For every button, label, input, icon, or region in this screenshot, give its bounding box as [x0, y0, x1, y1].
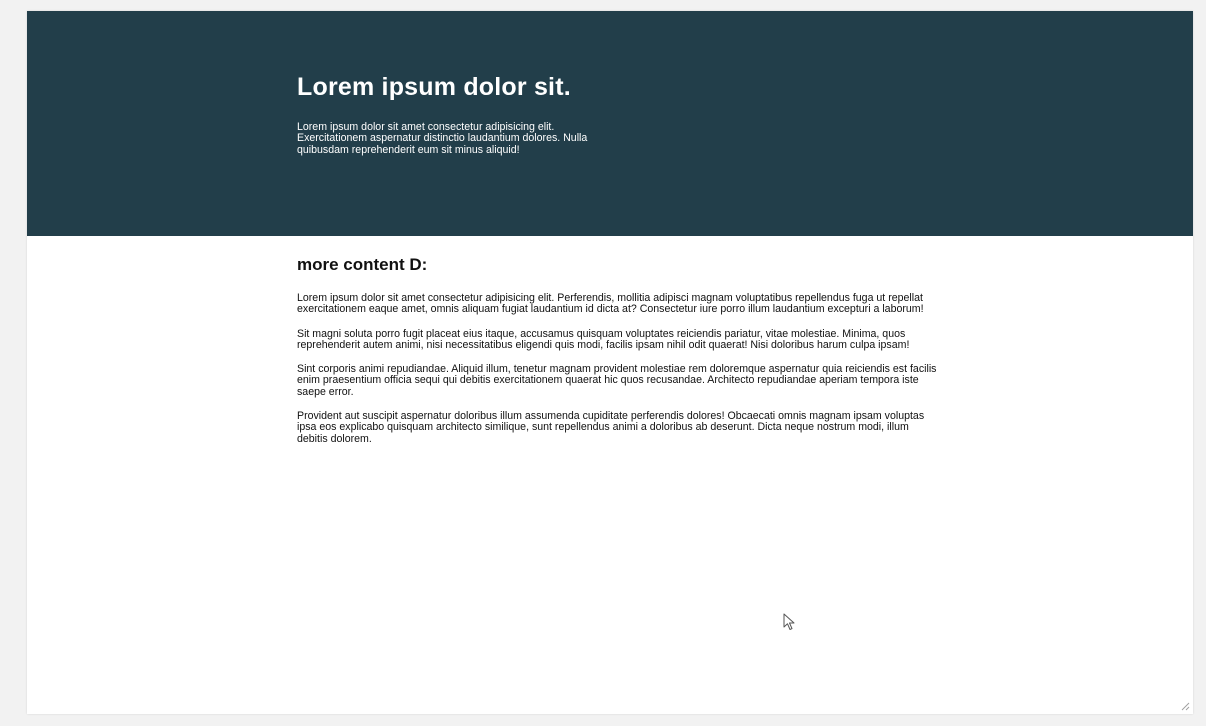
hero-banner: Lorem ipsum dolor sit. Lorem ipsum dolor… [27, 11, 1193, 236]
resize-grip-icon[interactable] [1180, 701, 1190, 711]
content-paragraph-2: Sit magni soluta porro fugit placeat eiu… [297, 327, 910, 351]
content-paragraph-1: Lorem ipsum dolor sit amet consectetur a… [297, 292, 924, 316]
content-paragraph-4: Provident aut suscipit aspernatur dolori… [297, 410, 925, 445]
page-frame: Lorem ipsum dolor sit. Lorem ipsum dolor… [27, 11, 1193, 714]
hero-title: Lorem ipsum dolor sit. [297, 73, 571, 101]
content-heading: more content D: [297, 255, 428, 274]
main-content: more content D: Lorem ipsum dolor sit am… [297, 255, 937, 458]
hero-description: Lorem ipsum dolor sit amet consectetur a… [297, 121, 588, 156]
content-paragraph-3: Sint corporis animi repudiandae. Aliquid… [297, 363, 937, 398]
mouse-cursor-icon [783, 613, 795, 630]
